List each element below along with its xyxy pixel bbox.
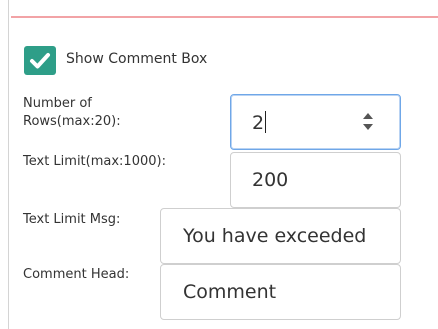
rows-label: Number of Rows(max:20): xyxy=(23,96,121,129)
comment-head-label: Comment Head: xyxy=(23,267,130,282)
checkmark-icon xyxy=(30,53,50,69)
number-spinner[interactable] xyxy=(361,109,375,135)
text-limit-msg-input[interactable]: You have exceeded xyxy=(160,208,401,264)
comment-head-value: Comment xyxy=(183,281,277,303)
spinner-down-icon xyxy=(363,124,373,130)
spinner-up-icon xyxy=(363,113,373,119)
section-divider xyxy=(11,16,438,18)
text-limit-label: Text Limit(max:1000): xyxy=(23,154,166,169)
panel-left-border xyxy=(8,0,9,329)
text-limit-msg-value: You have exceeded xyxy=(183,225,367,247)
rows-number-input[interactable]: 2 xyxy=(230,94,401,150)
text-limit-msg-label: Text Limit Msg: xyxy=(23,212,121,227)
rows-value: 2 xyxy=(252,112,265,134)
comment-head-input[interactable]: Comment xyxy=(160,264,401,320)
show-comment-box-label: Show Comment Box xyxy=(66,51,208,67)
text-limit-input[interactable]: 200 xyxy=(230,152,401,208)
text-caret xyxy=(265,111,267,133)
show-comment-box-checkbox[interactable] xyxy=(24,46,56,75)
text-limit-value: 200 xyxy=(252,169,289,191)
